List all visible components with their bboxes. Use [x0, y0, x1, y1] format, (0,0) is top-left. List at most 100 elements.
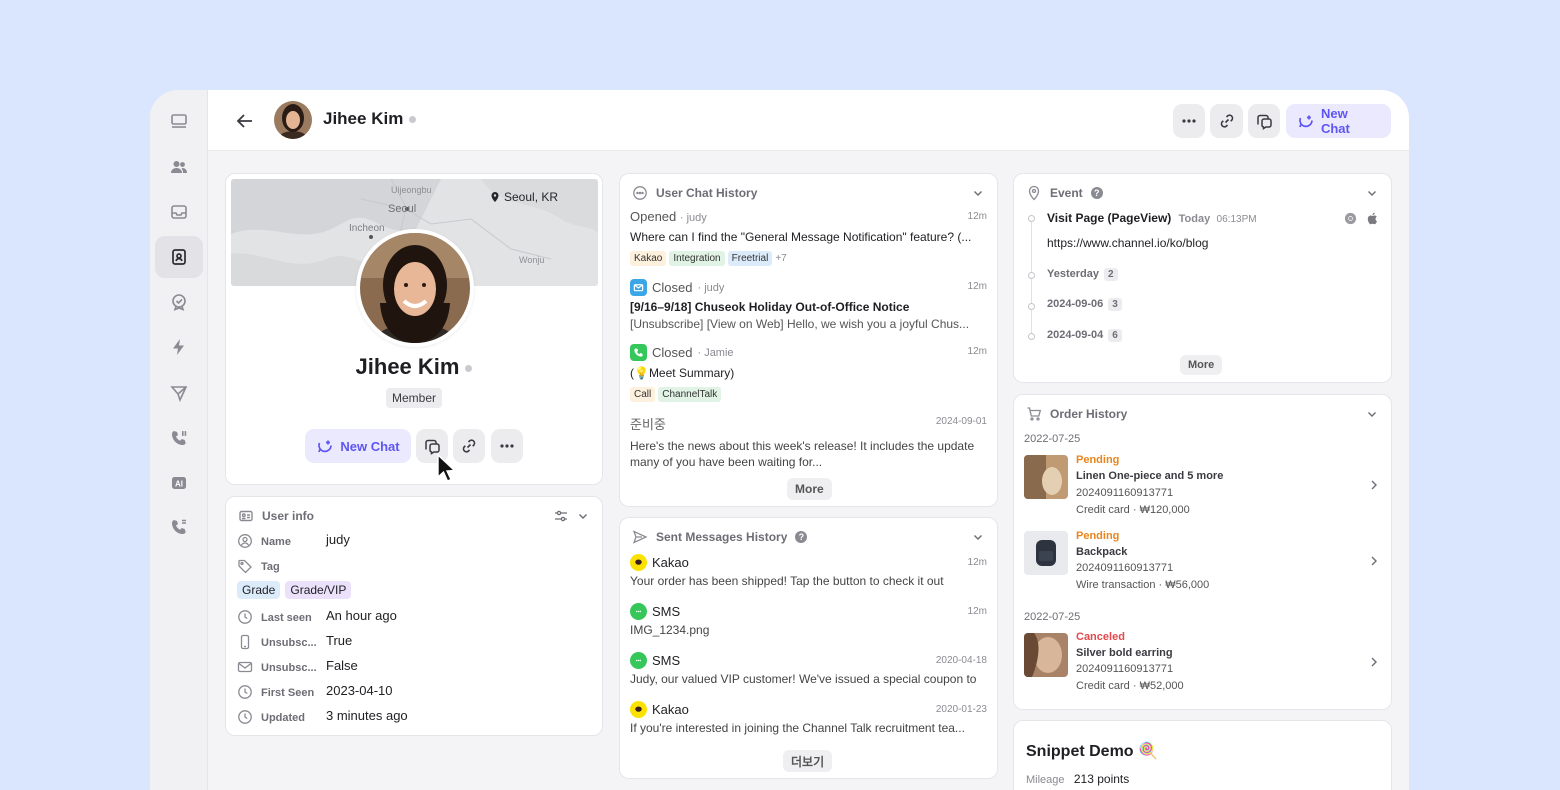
message-time: 2020-01-23 [935, 704, 987, 715]
inbox-icon[interactable] [155, 191, 203, 233]
field-value-updated[interactable]: 3 minutes ago [326, 708, 408, 723]
location-pin-icon [1028, 185, 1040, 201]
chat-tags: Call ChannelTalk [630, 385, 987, 402]
event-card: Event ? Visit Page (PageView) Today 06:1… [1013, 173, 1392, 383]
tag-chip[interactable]: Grade/VIP [285, 581, 352, 599]
list-item[interactable]: SMS 12m IMG_1234.png [630, 603, 987, 643]
list-item[interactable]: Closed · Jamie 12m (💡Meet Summary) Call C… [630, 344, 987, 404]
list-item[interactable]: Opened · judy 12m Where can I find the "… [630, 209, 987, 269]
chat-agent: · judy [679, 212, 707, 224]
order-product-name: Backpack [1076, 546, 1128, 558]
event-group-row[interactable]: 2024-09-04 6 [1047, 329, 1122, 342]
tag-chip: Call [630, 387, 656, 402]
clock-icon [238, 610, 252, 624]
profile-more-button[interactable] [491, 429, 523, 463]
phone-alt-icon[interactable] [155, 506, 203, 548]
location-text: Seoul, KR [504, 190, 559, 204]
chats-button[interactable] [1248, 104, 1280, 138]
map-label: Wonju [519, 255, 545, 265]
order-history-header: Order History [1026, 405, 1379, 423]
chat-status: Closed [652, 345, 693, 360]
help-icon[interactable]: ? [1090, 187, 1103, 199]
event-url[interactable]: https://www.channel.io/ko/blog [1047, 236, 1208, 250]
users-icon[interactable] [155, 146, 203, 188]
chat-history-more-button[interactable]: More [787, 478, 832, 500]
chat-status: 준비중 [630, 417, 666, 432]
order-row[interactable]: Canceled Silver bold earring 20240911609… [1024, 631, 1381, 702]
chevron-down-icon[interactable] [576, 509, 590, 523]
status-dot [465, 364, 473, 372]
more-button[interactable] [1173, 104, 1205, 138]
tag-more-count: +7 [775, 253, 787, 264]
copy-link-button[interactable] [1210, 104, 1243, 138]
bolt-icon[interactable] [155, 326, 203, 368]
event-count-badge: 2 [1103, 268, 1118, 281]
list-item[interactable]: Kakao 2020-01-23 If you're interested in… [630, 701, 987, 741]
phone-icon[interactable] [155, 417, 203, 459]
timeline-dot [1028, 215, 1035, 222]
call-channel-icon [630, 344, 647, 361]
settings-sliders-icon[interactable] [554, 509, 568, 523]
chat-history-title: User Chat History [656, 186, 758, 200]
member-badge: Member [385, 388, 442, 408]
order-row[interactable]: Pending Linen One-piece and 5 more 20240… [1024, 454, 1381, 524]
sent-messages-title: Sent Messages History [656, 530, 788, 544]
order-id: 2024091160913771 [1076, 663, 1174, 675]
chevron-down-icon[interactable] [971, 530, 985, 544]
order-status: Canceled [1076, 631, 1125, 643]
message-channel: SMS [652, 604, 681, 619]
more-horizontal-icon [1182, 119, 1196, 123]
contact-icon[interactable] [155, 236, 203, 278]
badge-check-icon[interactable] [155, 281, 203, 323]
help-icon[interactable]: ? [795, 531, 808, 543]
field-value-first-seen[interactable]: 2023-04-10 [326, 683, 393, 698]
order-product-name: Linen One-piece and 5 more [1076, 470, 1224, 482]
profile-new-chat-button[interactable]: New Chat [305, 429, 411, 463]
send-icon[interactable] [155, 372, 203, 414]
kakao-icon [630, 554, 647, 571]
order-payment: Credit card · ₩52,000 [1076, 680, 1184, 692]
field-value-unsubscribe-sms[interactable]: True [326, 633, 352, 648]
list-item[interactable]: Closed · judy 12m [9/16–9/18] Chuseok Ho… [630, 279, 987, 339]
field-value-last-seen[interactable]: An hour ago [326, 608, 397, 623]
mobile-icon [240, 634, 250, 650]
list-item[interactable]: Kakao 12m Your order has been shipped! T… [630, 554, 987, 594]
profile-name: Jihee Kim [226, 354, 602, 380]
order-date: 2022-07-25 [1024, 611, 1081, 623]
more-horizontal-icon [500, 444, 514, 448]
tag-chip[interactable]: Grade [237, 581, 281, 599]
message-preview: Your order has been shipped! Tap the but… [630, 574, 944, 588]
message-preview: If you're interested in joining the Chan… [630, 721, 965, 735]
sent-messages-more-button[interactable]: 더보기 [783, 750, 833, 772]
ai-icon[interactable]: AI [155, 462, 203, 504]
tag-icon [238, 559, 252, 574]
chevron-down-icon[interactable] [971, 186, 985, 200]
new-chat-button[interactable]: New Chat [1286, 104, 1391, 138]
field-value-name[interactable]: judy [326, 532, 350, 547]
event-day: Today [1178, 213, 1211, 225]
chevron-down-icon[interactable] [1365, 186, 1379, 200]
chat-time: 2024-09-01 [935, 416, 987, 427]
desk-icon[interactable] [155, 100, 203, 142]
map-label: Seoul [388, 203, 417, 215]
new-chat-label: New Chat [1320, 106, 1350, 136]
snippet-mileage-label: Mileage [1026, 774, 1065, 786]
event-first-row[interactable]: Visit Page (PageView) Today 06:13PM [1047, 211, 1257, 225]
chevron-right-icon[interactable] [1369, 479, 1379, 491]
event-more-button[interactable]: More [1180, 355, 1223, 375]
back-arrow-icon[interactable] [234, 110, 256, 132]
chevron-down-icon[interactable] [1365, 407, 1379, 421]
chevron-right-icon[interactable] [1369, 656, 1379, 668]
list-item[interactable]: 준비중 2024-09-01 Here's the news about thi… [630, 414, 987, 474]
chat-time: 12m [967, 346, 987, 357]
profile-avatar [356, 229, 474, 383]
event-group-row[interactable]: Yesterday 2 [1047, 268, 1118, 281]
product-thumbnail [1024, 455, 1068, 499]
chevron-right-icon[interactable] [1369, 555, 1379, 567]
field-label-unsubscribe-email: Unsubsc... [261, 662, 317, 674]
id-card-icon [239, 510, 253, 522]
event-group-row[interactable]: 2024-09-06 3 [1047, 298, 1122, 311]
order-row[interactable]: Pending Backpack 2024091160913771 Wire t… [1024, 530, 1381, 601]
field-value-unsubscribe-email[interactable]: False [326, 658, 358, 673]
list-item[interactable]: SMS 2020-04-18 Judy, our valued VIP cust… [630, 652, 987, 692]
